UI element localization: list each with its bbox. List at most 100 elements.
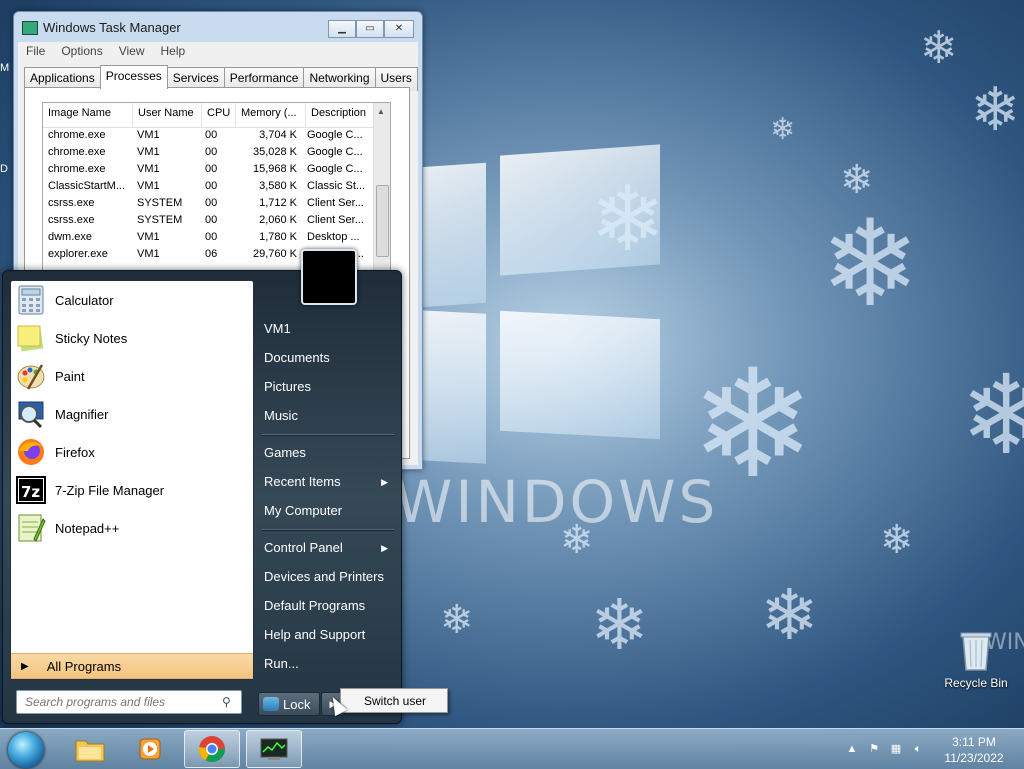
cell-cpu: 00 (205, 231, 218, 243)
program-label: Paint (55, 368, 85, 384)
minimize-button[interactable]: ▁ (328, 20, 356, 38)
program-notepadpp[interactable]: Notepad++ (11, 509, 253, 547)
menu-options[interactable]: Options (53, 42, 110, 62)
program-label: Firefox (55, 444, 95, 460)
start-item-music[interactable]: Music (264, 405, 392, 427)
recycle-bin-icon (958, 628, 994, 672)
cell-cpu: 00 (205, 214, 218, 226)
desktop-icon-partial[interactable]: M (0, 62, 10, 74)
program-magnifier[interactable]: Magnifier (11, 395, 253, 433)
cell-user-name: VM1 (137, 129, 160, 141)
column-image-name[interactable]: Image Name (43, 103, 133, 127)
snowflake-icon: ❄ (590, 167, 666, 272)
clock-date: 11/23/2022 (944, 751, 1004, 765)
control-panel-label: Control Panel (264, 540, 343, 555)
program-paint[interactable]: Paint (11, 357, 253, 395)
taskbar-explorer[interactable] (62, 730, 118, 768)
start-item-devices-printers[interactable]: Devices and Printers (264, 566, 392, 588)
menu-separator (262, 529, 394, 531)
cell-user-name: SYSTEM (137, 197, 183, 209)
close-button[interactable]: ✕ (384, 20, 414, 38)
table-row[interactable]: csrss.exe SYSTEM 00 1,712 K Client Ser... (43, 196, 390, 213)
lock-button[interactable]: Lock (258, 692, 320, 716)
program-7zip[interactable]: 7z 7-Zip File Manager (11, 471, 253, 509)
search-icon[interactable]: ⚲ (222, 695, 231, 709)
start-item-help-support[interactable]: Help and Support (264, 624, 392, 646)
wallpaper-window-pane (420, 162, 486, 308)
cell-user-name: VM1 (137, 231, 160, 243)
start-item-documents[interactable]: Documents (264, 347, 392, 369)
table-row[interactable]: chrome.exe VM1 00 35,028 K Google C... (43, 145, 390, 162)
column-memory[interactable]: Memory (... (236, 103, 306, 127)
volume-icon[interactable]: 🔈︎ (910, 741, 926, 757)
program-calculator[interactable]: Calculator (11, 281, 253, 319)
cell-cpu: 00 (205, 163, 218, 175)
search-box[interactable]: ⚲ (16, 690, 242, 714)
menu-bar: File Options View Help (18, 42, 418, 62)
action-center-flag-icon[interactable]: ⚑ (866, 741, 882, 757)
cell-cpu: 06 (205, 248, 218, 260)
arrow-right-icon: ▶ (21, 660, 29, 672)
start-item-games[interactable]: Games (264, 442, 392, 464)
snowflake-icon: ❄ (970, 75, 1021, 145)
program-firefox[interactable]: Firefox (11, 433, 253, 471)
submenu-arrow-icon: ▶ (381, 543, 388, 553)
cell-description: Google C... (307, 146, 363, 158)
scroll-up-icon[interactable]: ▲ (377, 107, 385, 116)
tab-processes[interactable]: Processes (99, 65, 168, 89)
switch-user-menu-item[interactable]: Switch user (340, 688, 448, 713)
scrollbar-thumb[interactable] (376, 185, 389, 257)
paint-icon (15, 360, 47, 392)
recycle-bin[interactable]: Recycle Bin (938, 628, 1014, 690)
window-controls: ▁ ▭ ✕ (328, 20, 414, 38)
cell-description: Client Ser... (307, 197, 364, 209)
maximize-button[interactable]: ▭ (356, 20, 384, 38)
cell-image-name: csrss.exe (48, 214, 95, 226)
start-item-pictures[interactable]: Pictures (264, 376, 392, 398)
table-row[interactable]: csrss.exe SYSTEM 00 2,060 K Client Ser... (43, 213, 390, 230)
show-hidden-icons-icon[interactable]: ▲ (844, 741, 860, 757)
start-button[interactable] (8, 732, 44, 768)
cell-memory: 29,760 K (252, 248, 297, 260)
cell-description: Google C... (307, 129, 363, 141)
user-picture[interactable] (301, 249, 357, 305)
recent-items-label: Recent Items (264, 474, 341, 489)
snowflake-icon: ❄ (820, 195, 921, 334)
taskbar-task-manager[interactable] (246, 730, 302, 768)
7zip-icon: 7z (15, 474, 47, 506)
snowflake-icon: ❄ (960, 351, 1024, 479)
cell-user-name: VM1 (137, 248, 160, 260)
table-row[interactable]: ClassicStartM... VM1 00 3,580 K Classic St..… (43, 179, 390, 196)
search-input[interactable] (23, 694, 222, 710)
start-item-default-programs[interactable]: Default Programs (264, 595, 392, 617)
start-item-control-panel[interactable]: Control Panel ▶ (264, 537, 392, 559)
start-item-user[interactable]: VM1 (264, 318, 392, 340)
table-row[interactable]: chrome.exe VM1 00 3,704 K Google C... (43, 128, 390, 145)
cell-description: Desktop ... (307, 231, 360, 243)
column-cpu[interactable]: CPU (202, 103, 236, 127)
taskbar-chrome[interactable] (184, 730, 240, 768)
desktop-icon-partial[interactable]: D (0, 163, 10, 175)
menu-file[interactable]: File (18, 42, 53, 62)
program-sticky-notes[interactable]: Sticky Notes (11, 319, 253, 357)
program-label: Calculator (55, 292, 114, 308)
cell-description: Client Ser... (307, 214, 364, 226)
column-user-name[interactable]: User Name (133, 103, 202, 127)
table-row[interactable]: dwm.exe VM1 00 1,780 K Desktop ... (43, 230, 390, 247)
menu-separator (262, 434, 394, 436)
start-item-run[interactable]: Run... (264, 653, 392, 675)
clock[interactable]: 3:11 PM 11/23/2022 (938, 734, 1010, 766)
menu-view[interactable]: View (111, 42, 153, 62)
menu-help[interactable]: Help (153, 42, 194, 62)
cell-cpu: 00 (205, 146, 218, 158)
start-item-my-computer[interactable]: My Computer (264, 500, 392, 522)
program-label: Sticky Notes (55, 330, 128, 346)
network-icon[interactable]: ▦ (888, 741, 904, 757)
wallpaper-window-pane (500, 310, 660, 440)
start-menu: Calculator Sticky Notes Paint Magnifier … (2, 249, 402, 724)
start-item-recent-items[interactable]: Recent Items ▶ (264, 471, 392, 493)
all-programs-button[interactable]: ▶ All Programs (11, 653, 253, 679)
cell-description: Google C... (307, 163, 363, 175)
table-row[interactable]: chrome.exe VM1 00 15,968 K Google C... (43, 162, 390, 179)
taskbar-media-player[interactable] (122, 730, 178, 768)
